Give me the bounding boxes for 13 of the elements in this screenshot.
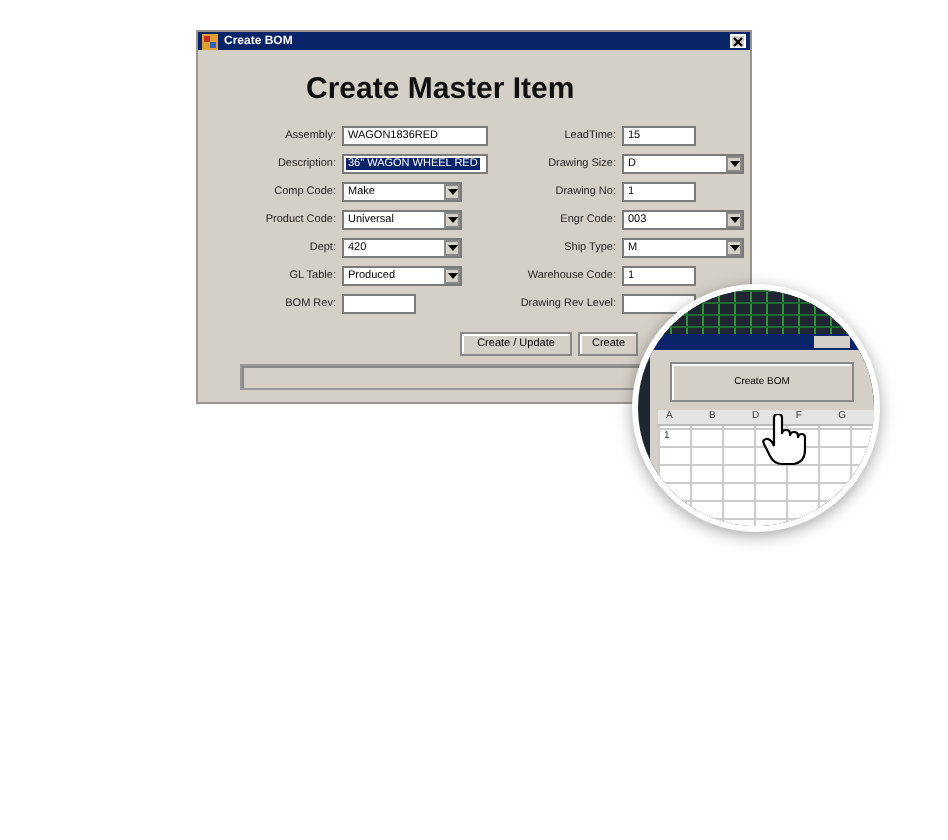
- input-field[interactable]: [342, 293, 416, 313]
- dropdown-arrow-icon: [729, 159, 739, 167]
- dropdown-arrow-icon: [447, 271, 457, 279]
- dropdown-arrow-icon: [729, 215, 739, 223]
- dropdown-arrow-icon: [447, 215, 457, 223]
- app-icon: [202, 33, 218, 49]
- dropdown-arrow-icon: [447, 243, 457, 251]
- close-icon: [732, 35, 744, 47]
- close-button[interactable]: [730, 34, 746, 48]
- input-field[interactable]: [622, 293, 696, 313]
- form-heading: Create Master Item: [306, 72, 577, 106]
- dropdown-arrow-icon: [729, 243, 739, 251]
- dropdown-arrow-icon: [447, 187, 457, 195]
